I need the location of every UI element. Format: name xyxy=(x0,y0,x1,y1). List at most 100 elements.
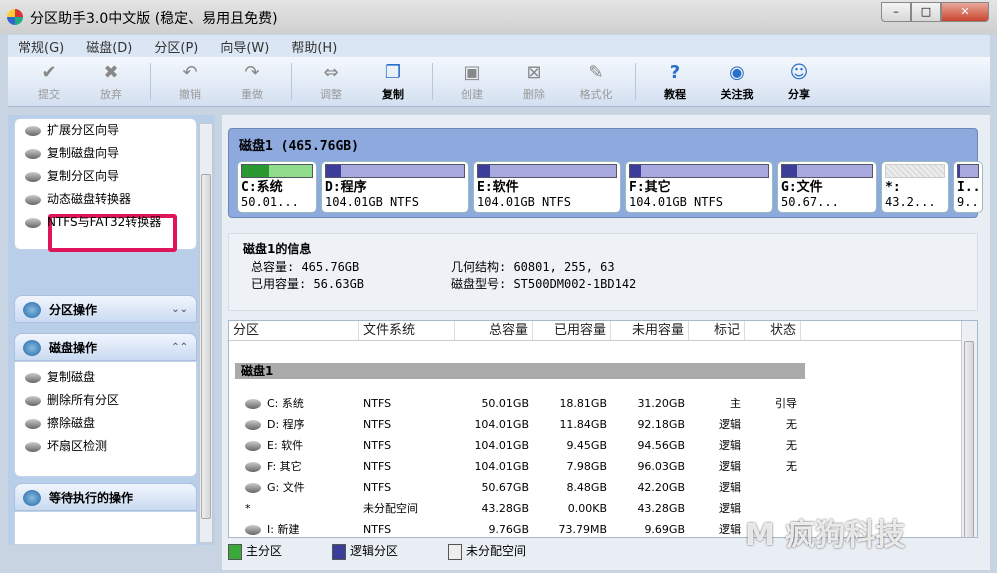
column-header[interactable]: 分区 xyxy=(229,321,359,340)
partition-name: *: xyxy=(885,180,901,195)
toolbar-button-1[interactable]: ✖ 放弃 xyxy=(80,57,142,106)
sidebar-disk-op-item[interactable]: 删除所有分区 xyxy=(15,389,196,412)
usage-fill xyxy=(478,165,491,177)
minimize-button[interactable]: – xyxy=(881,2,911,22)
table-row[interactable]: * 未分配空间 43.28GB 0.00KB 43.28GB 逻辑 xyxy=(229,498,801,519)
table-cell: 引导 xyxy=(775,397,797,410)
toolbar-button-11[interactable]: ✎ 格式化 xyxy=(565,57,627,106)
chevron-down-icon[interactable]: ⌄⌄ xyxy=(171,296,188,324)
column-header[interactable]: 标记 xyxy=(689,321,745,340)
table-row[interactable]: F: 其它 NTFS 104.01GB 7.98GB 96.03GB 逻辑 无 xyxy=(229,456,801,477)
toolbar-button-0[interactable]: ✔ 提交 xyxy=(18,57,80,106)
wizard-icon xyxy=(25,194,41,205)
toolbar-button-3[interactable]: ↶ 撤销 xyxy=(159,57,221,106)
scrollbar-thumb[interactable] xyxy=(201,174,211,519)
disk-map-partition[interactable]: F:其它 104.01GB NTFS xyxy=(625,161,773,213)
usage-fill xyxy=(782,165,798,177)
partition-detail: 50.01... xyxy=(241,195,299,209)
disk-op-icon xyxy=(25,441,41,452)
column-header[interactable]: 状态 xyxy=(745,321,801,340)
toolbar-separator xyxy=(635,63,636,100)
sidebar-disk-op-item[interactable]: 擦除磁盘 xyxy=(15,412,196,435)
chevron-up-icon[interactable]: ⌃⌃ xyxy=(171,334,188,362)
table-cell: C: 系统 xyxy=(229,393,359,414)
toolbar: ✔ 提交 ✖ 放弃 ↶ 撤销 ↷ 重做 ⇔ 调整 ❐ 复制 ▣ 创建 ⊠ 删除 ✎ 格式化 ? 教程 ◉ 关注我 ☺ 分享 xyxy=(8,57,990,107)
wizard-label: 复制磁盘向导 xyxy=(47,146,120,160)
disk-map-partition[interactable]: *: 43.2... xyxy=(881,161,949,213)
sidebar-wizard-item[interactable]: 复制分区向导 xyxy=(15,165,196,188)
legend-label: 逻辑分区 xyxy=(350,544,399,558)
sidebar: 扩展分区向导复制磁盘向导复制分区向导动态磁盘转换器 NTFS与FAT32转换器 分… xyxy=(8,115,215,545)
table-row[interactable]: G: 文件 NTFS 50.67GB 8.48GB 42.20GB 逻辑 xyxy=(229,477,801,498)
sidebar-wizard-item[interactable]: NTFS与FAT32转换器 xyxy=(15,211,196,234)
table-cell: NTFS xyxy=(363,460,392,473)
table-row[interactable]: E: 软件 NTFS 104.01GB 9.45GB 94.56GB 逻辑 无 xyxy=(229,435,801,456)
sidebar-disk-op-item[interactable]: 坏扇区检测 xyxy=(15,435,196,458)
toolbar-button-13[interactable]: ? 教程 xyxy=(644,57,706,106)
toolbar-label: 教程 xyxy=(664,88,686,101)
toolbar-button-14[interactable]: ◉ 关注我 xyxy=(706,57,768,106)
partition-ops-header[interactable]: 分区操作 ⌄⌄ xyxy=(14,295,197,323)
disk-title: 磁盘1 (465.76GB) xyxy=(239,139,359,154)
table-row[interactable]: C: 系统 NTFS 50.01GB 18.81GB 31.20GB 主 引导 xyxy=(229,393,801,414)
usage-bar xyxy=(241,164,313,178)
menu-item[interactable]: 帮助(H) xyxy=(291,37,337,56)
table-cell: 逻辑 xyxy=(719,502,741,515)
toolbar-separator xyxy=(150,63,151,100)
table-cell: 无 xyxy=(786,460,797,473)
gear-icon xyxy=(23,340,41,356)
toolbar-button-4[interactable]: ↷ 重做 xyxy=(221,57,283,106)
sidebar-wizard-item[interactable]: 动态磁盘转换器 xyxy=(15,188,196,211)
table-cell: 逻辑 xyxy=(719,460,741,473)
sidebar-wizard-item[interactable]: 扩展分区向导 xyxy=(15,119,196,142)
partition-label: G: 文件 xyxy=(267,481,305,494)
table-row[interactable]: I: 新建 NTFS 9.76GB 73.79MB 9.69GB 逻辑 xyxy=(229,519,801,537)
wizard-label: NTFS与FAT32转换器 xyxy=(47,215,162,229)
toolbar-label: 放弃 xyxy=(100,88,122,101)
disk-map-partition[interactable]: I.. 9.. xyxy=(953,161,983,213)
app-icon xyxy=(7,9,23,25)
toolbar-button-6[interactable]: ⇔ 调整 xyxy=(300,57,362,106)
disk-map-partition[interactable]: E:软件 104.01GB NTFS xyxy=(473,161,621,213)
table-cell: NTFS xyxy=(363,397,392,410)
sidebar-disk-op-item[interactable]: 复制磁盘 xyxy=(15,366,196,389)
table-cell: 9.69GB xyxy=(644,523,685,536)
partition-label: D: 程序 xyxy=(267,418,305,431)
disk-map-partition[interactable]: C:系统 50.01... xyxy=(237,161,317,213)
column-header[interactable]: 未用容量 xyxy=(611,321,689,340)
sidebar-scrollbar[interactable] xyxy=(199,123,213,543)
menu-item[interactable]: 向导(W) xyxy=(220,37,269,56)
wizard-label: 动态磁盘转换器 xyxy=(47,192,132,206)
toolbar-button-9[interactable]: ▣ 创建 xyxy=(441,57,503,106)
close-button[interactable]: ✕ xyxy=(941,2,989,22)
table-cell: F: 其它 xyxy=(229,456,359,477)
partition-name: E:软件 xyxy=(477,180,519,195)
disk-op-label: 擦除磁盘 xyxy=(47,416,96,430)
window-title: 分区助手3.0中文版 (稳定、易用且免费) xyxy=(30,11,278,27)
toolbar-icon: ◉ xyxy=(729,62,745,83)
toolbar-button-7[interactable]: ❐ 复制 xyxy=(362,57,424,106)
toolbar-button-15[interactable]: ☺ 分享 xyxy=(768,57,830,106)
sidebar-wizard-item[interactable]: 复制磁盘向导 xyxy=(15,142,196,165)
legend-swatch xyxy=(332,543,347,560)
table-row[interactable]: D: 程序 NTFS 104.01GB 11.84GB 92.18GB 逻辑 无 xyxy=(229,414,801,435)
disk-map-partition[interactable]: D:程序 104.01GB NTFS xyxy=(321,161,469,213)
disk-map-partition[interactable]: G:文件 50.67... xyxy=(777,161,877,213)
table-cell: D: 程序 xyxy=(229,414,359,435)
disk-ops-header[interactable]: 磁盘操作 ⌃⌃ xyxy=(14,333,197,361)
table-cell: 9.76GB xyxy=(488,523,529,536)
scrollbar-thumb[interactable] xyxy=(964,341,974,537)
toolbar-button-10[interactable]: ⊠ 删除 xyxy=(503,57,565,106)
menu-item[interactable]: 磁盘(D) xyxy=(86,37,132,56)
column-header[interactable]: 总容量 xyxy=(455,321,533,340)
pending-ops-header[interactable]: 等待执行的操作 xyxy=(14,483,197,511)
partition-ops-icon xyxy=(23,302,41,318)
partition-name: F:其它 xyxy=(629,180,671,195)
column-header[interactable]: 文件系统 xyxy=(359,321,455,340)
column-header[interactable]: 已用容量 xyxy=(533,321,611,340)
table-cell: 8.48GB xyxy=(566,481,607,494)
menu-item[interactable]: 常规(G) xyxy=(18,37,64,56)
maximize-button[interactable]: □ xyxy=(911,2,941,22)
table-scrollbar[interactable] xyxy=(961,321,977,537)
menu-item[interactable]: 分区(P) xyxy=(154,37,198,56)
